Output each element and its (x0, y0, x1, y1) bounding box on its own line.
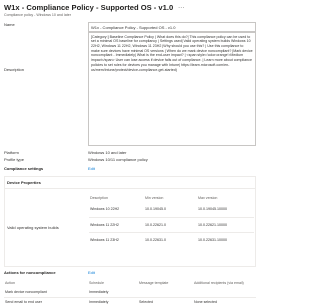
message-template-cell (138, 287, 193, 298)
schedule-cell: Immediately (89, 300, 109, 305)
platform-label: Platform (4, 150, 19, 155)
compliance-settings-title: Compliance settings (4, 166, 44, 171)
actions-row: Actions for noncompliance Edit (4, 270, 256, 275)
max-version-cell: 10.0.22621.10000 (197, 217, 254, 234)
os-description-cell: Windows 11 22H2 (89, 217, 144, 234)
min-version-cell: 10.0.19045.0 (144, 202, 197, 218)
name-row: Name W1x - Compliance Policy - Supported… (4, 22, 256, 32)
actions-title: Actions for noncompliance (4, 270, 56, 275)
table-row: Windows 11 22H2 10.0.22621.0 10.0.22621.… (89, 217, 254, 234)
table-row: Windows 10 22H2 10.0.19045.0 10.0.19045.… (89, 202, 254, 218)
schedule-cell: Immediately (88, 287, 138, 298)
device-properties-title: Device Properties (7, 180, 41, 185)
description-label: Description (4, 67, 25, 72)
table-header-row: Description Min version Max version (89, 195, 254, 202)
profile-type-row: Profile type Windows 10/11 compliance po… (4, 157, 256, 162)
os-description-cell: Windows 11 23H2 (90, 238, 119, 243)
action-cell: Send email to end user (5, 300, 42, 305)
card-divider (5, 188, 255, 189)
page-title: W1x - Compliance Policy - Supported OS -… (4, 3, 174, 12)
device-properties-card: Device Properties Valid operating system… (4, 176, 256, 267)
column-header-additional-recipients: Additional recipients (via email) (194, 281, 244, 285)
profile-type-value: Windows 10/11 compliance policy (88, 157, 148, 162)
actions-table: Action Schedule Message template Additio… (4, 279, 256, 307)
column-header-schedule: Schedule (89, 281, 104, 285)
valid-os-builds-label: Valid operating system builds (7, 225, 59, 230)
action-cell: Mark device noncompliant (4, 287, 88, 298)
platform-row: Platform Windows 10 and later (4, 150, 256, 155)
column-header-action: Action (5, 281, 15, 285)
table-row: Windows 11 23H2 10.0.22631.0 10.0.22631.… (89, 233, 254, 248)
page-subtitle: Compliance policy - Windows 10 and later (4, 13, 71, 18)
description-value: [Category:] Baseline Compliance Policy |… (88, 32, 256, 146)
column-header-max-version: Max version (198, 196, 218, 200)
column-header-min-version: Min version (145, 196, 164, 200)
name-label: Name (4, 22, 15, 27)
max-version-cell: 10.0.19045.10000 (197, 202, 254, 218)
platform-value: Windows 10 and later (88, 150, 127, 155)
profile-type-label: Profile type (4, 157, 25, 162)
table-row: Send email to end user Immediately Selec… (4, 297, 256, 307)
os-builds-table: Description Min version Max version Wind… (89, 195, 254, 248)
message-template-cell: Selected (139, 300, 153, 305)
actions-edit-link[interactable]: Edit (88, 270, 256, 275)
recipients-cell: None selected (194, 300, 217, 305)
compliance-settings-edit-link[interactable]: Edit (88, 166, 256, 171)
os-description-cell: Windows 10 22H2 (89, 202, 144, 218)
more-options-button[interactable]: ... (178, 4, 185, 12)
actions-header-row: Action Schedule Message template Additio… (4, 279, 256, 287)
min-version-cell: 10.0.22621.0 (144, 217, 197, 234)
max-version-cell: 10.0.22631.10000 (198, 238, 227, 243)
recipients-cell (193, 287, 256, 298)
column-header-description: Description (90, 196, 108, 200)
min-version-cell: 10.0.22631.0 (145, 238, 166, 243)
compliance-settings-row: Compliance settings Edit (4, 166, 256, 171)
column-header-message-template: Message template (139, 281, 169, 285)
table-row: Mark device noncompliant Immediately (4, 287, 256, 298)
page-header: W1x - Compliance Policy - Supported OS -… (4, 3, 256, 18)
name-value: W1x - Compliance Policy - Supported OS -… (88, 22, 256, 32)
